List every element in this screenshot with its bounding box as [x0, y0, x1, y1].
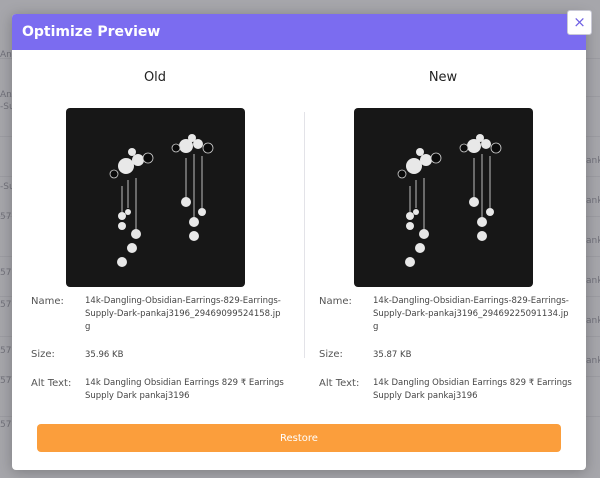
new-alt-text: 14k Dangling Obsidian Earrings 829 ₹ Ear…	[373, 378, 572, 401]
old-column: Old	[18, 50, 292, 287]
size-label: Size:	[31, 349, 55, 360]
modal-title: Optimize Preview	[22, 24, 161, 40]
restore-button[interactable]: Restore	[37, 424, 561, 452]
old-alt-text: 14k Dangling Obsidian Earrings 829 ₹ Ear…	[85, 378, 284, 401]
column-divider	[304, 112, 305, 358]
name-label: Name:	[319, 296, 352, 307]
alt-text-label: Alt Text:	[319, 378, 360, 389]
earrings-image	[109, 134, 213, 267]
old-heading: Old	[143, 70, 167, 85]
earrings-image	[397, 134, 501, 267]
new-image	[353, 108, 533, 287]
old-file-size: 35.96 KB	[85, 350, 124, 360]
name-label: Name:	[31, 296, 64, 307]
new-column: New	[306, 50, 580, 287]
close-button[interactable]: ×	[567, 10, 592, 35]
optimize-preview-modal: Optimize Preview Old New Name: 14k-Dangl…	[12, 14, 586, 470]
modal-header: Optimize Preview	[12, 14, 586, 50]
new-file-size: 35.87 KB	[373, 350, 412, 360]
old-image	[65, 108, 245, 287]
alt-text-label: Alt Text:	[31, 378, 72, 389]
new-file-name: 14k-Dangling-Obsidian-Earrings-829-Earri…	[373, 296, 569, 332]
new-heading: New	[428, 70, 458, 85]
old-file-name: 14k-Dangling-Obsidian-Earrings-829-Earri…	[85, 296, 281, 332]
size-label: Size:	[319, 349, 343, 360]
close-icon: ×	[573, 13, 586, 31]
